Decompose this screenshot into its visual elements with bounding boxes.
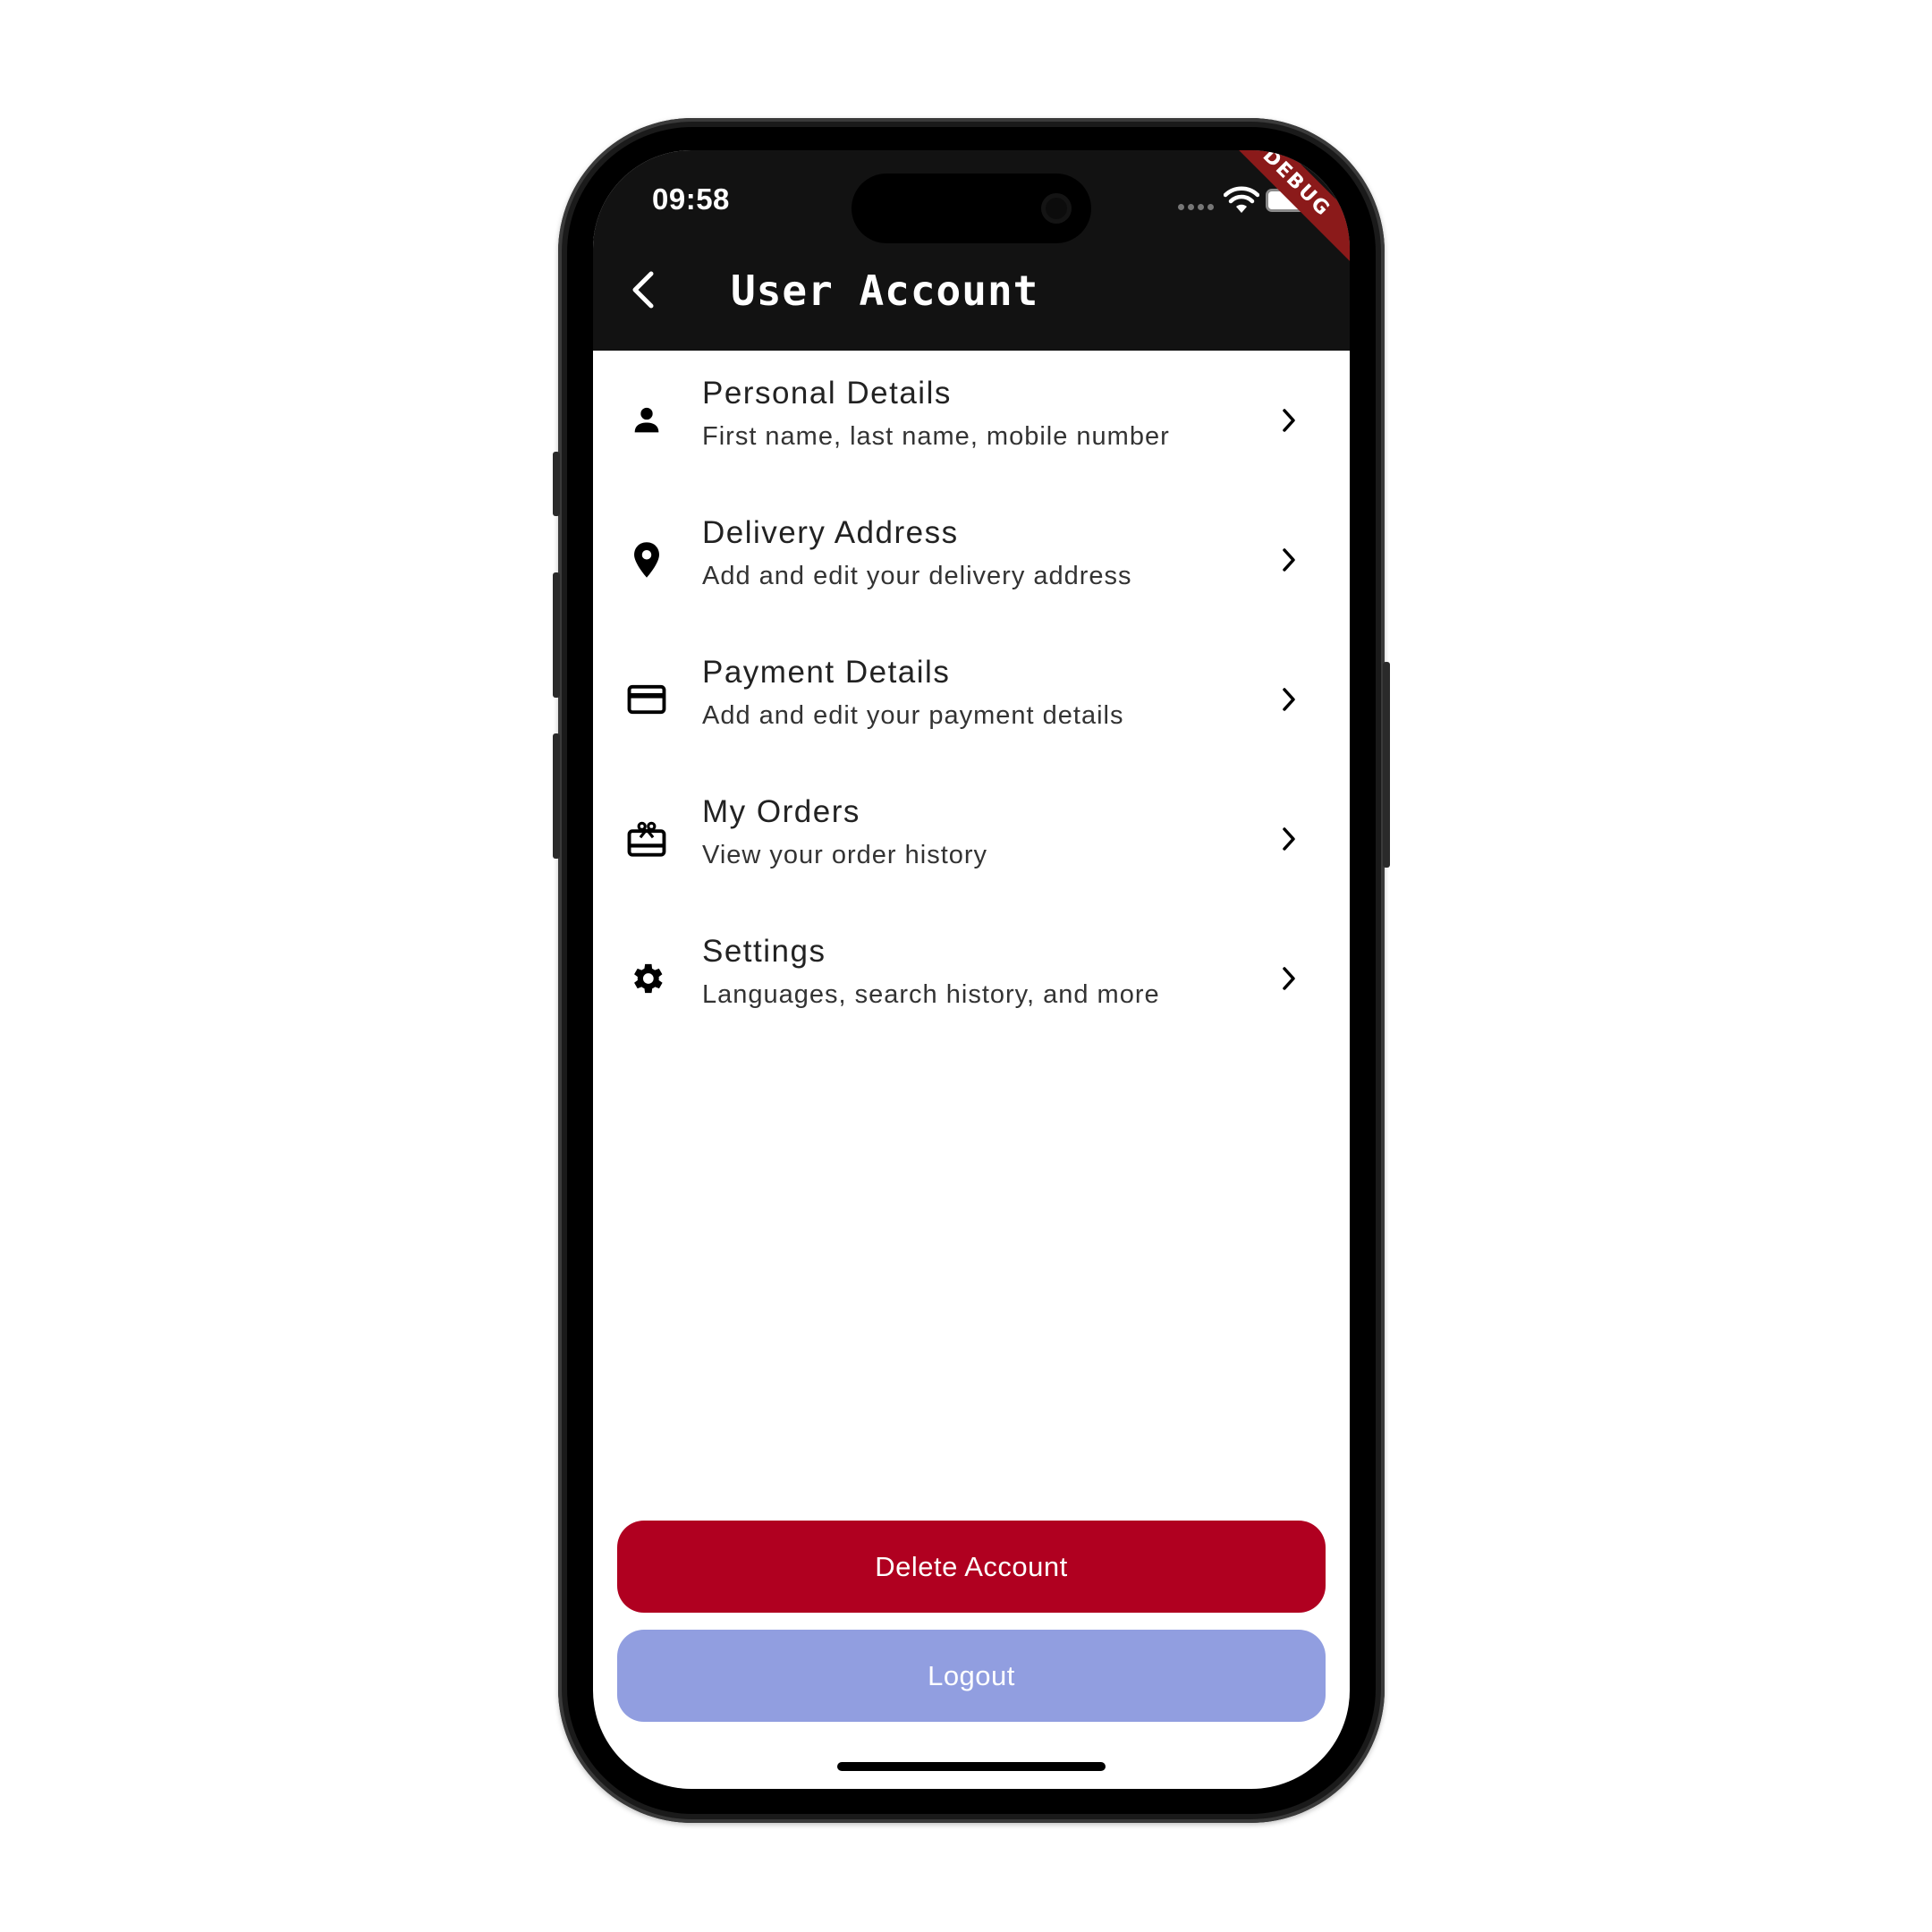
menu-item-settings[interactable]: Settings Languages, search history, and … bbox=[593, 909, 1350, 1048]
page-title: User Account bbox=[731, 267, 1039, 315]
chevron-left-icon bbox=[632, 271, 654, 309]
side-button-volume-up bbox=[553, 572, 560, 698]
app-bar: 09:58 DEBUG User Account bbox=[593, 150, 1350, 351]
menu-item-subtitle: First name, last name, mobile number bbox=[702, 422, 1170, 451]
side-button-power bbox=[1383, 662, 1390, 868]
chevron-right-icon bbox=[1275, 544, 1303, 576]
menu-item-subtitle: Languages, search history, and more bbox=[702, 980, 1160, 1009]
side-button-silent bbox=[553, 452, 560, 516]
status-time: 09:58 bbox=[652, 182, 730, 216]
dynamic-island bbox=[852, 174, 1091, 243]
chevron-right-icon bbox=[1275, 823, 1303, 855]
menu-item-title: Personal Details bbox=[702, 376, 952, 411]
menu-item-title: My Orders bbox=[702, 794, 860, 829]
wifi-icon bbox=[1224, 186, 1259, 213]
menu-item-subtitle: View your order history bbox=[702, 841, 988, 869]
account-menu: Personal Details First name, last name, … bbox=[593, 351, 1350, 1048]
logout-button[interactable]: Logout bbox=[617, 1630, 1326, 1722]
back-button[interactable] bbox=[620, 267, 666, 313]
location-pin-icon bbox=[625, 538, 668, 581]
menu-item-subtitle: Add and edit your payment details bbox=[702, 701, 1124, 730]
chevron-right-icon bbox=[1275, 404, 1303, 436]
person-icon bbox=[625, 399, 668, 442]
menu-item-title: Delivery Address bbox=[702, 515, 959, 550]
side-button-volume-down bbox=[553, 733, 560, 859]
menu-item-my-orders[interactable]: My Orders View your order history bbox=[593, 769, 1350, 909]
home-indicator[interactable] bbox=[837, 1762, 1106, 1771]
menu-item-title: Payment Details bbox=[702, 655, 951, 690]
chevron-right-icon bbox=[1275, 962, 1303, 995]
signal-icon bbox=[1178, 204, 1214, 210]
menu-item-payment-details[interactable]: Payment Details Add and edit your paymen… bbox=[593, 630, 1350, 769]
menu-item-title: Settings bbox=[702, 934, 826, 969]
screen: 09:58 DEBUG User Account Personal Detail… bbox=[593, 150, 1350, 1789]
gift-card-icon bbox=[625, 818, 668, 860]
menu-item-delivery-address[interactable]: Delivery Address Add and edit your deliv… bbox=[593, 490, 1350, 630]
menu-item-personal-details[interactable]: Personal Details First name, last name, … bbox=[593, 351, 1350, 490]
menu-item-subtitle: Add and edit your delivery address bbox=[702, 562, 1132, 590]
delete-account-button[interactable]: Delete Account bbox=[617, 1521, 1326, 1613]
chevron-right-icon bbox=[1275, 683, 1303, 716]
gear-icon bbox=[625, 957, 668, 1000]
credit-card-icon bbox=[625, 678, 668, 721]
camera-icon bbox=[1041, 193, 1072, 224]
